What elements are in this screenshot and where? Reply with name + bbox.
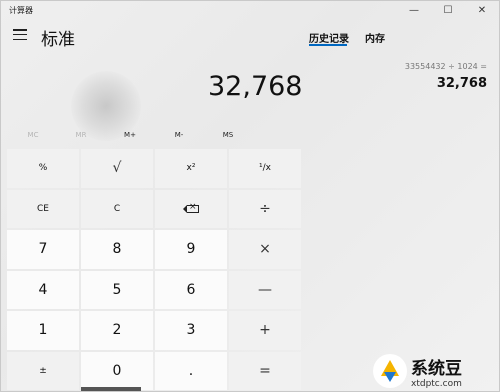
digit-9-button[interactable]: 9 [155,230,227,269]
square-root-button[interactable]: √ [81,149,153,188]
memory-recall-button[interactable]: MR [61,131,101,139]
digit-1-button[interactable]: 1 [7,311,79,350]
square-button[interactable]: x² [155,149,227,188]
subtract-button[interactable]: — [229,270,301,309]
app-title: 计算器 [9,5,33,15]
digit-8-button[interactable]: 8 [81,230,153,269]
active-tab-indicator [309,44,347,46]
divide-button[interactable]: ÷ [229,189,301,228]
digit-4-button[interactable]: 4 [7,270,79,309]
digit-3-button[interactable]: 3 [155,311,227,350]
memory-store-button[interactable]: MS [208,131,248,139]
title-bar: 计算器 — ☐ ✕ [1,1,499,19]
tab-memory[interactable]: 内存 [365,30,385,45]
digit-6-button[interactable]: 6 [155,270,227,309]
hamburger-menu-icon[interactable] [13,29,27,40]
add-button[interactable]: + [229,311,301,350]
history-result[interactable]: 32,768 [437,76,487,91]
negate-button[interactable]: ± [7,351,79,390]
keypad: % √ x² ¹/x CE C ÷ 7 8 9 × 4 5 6 — 1 2 3 … [7,149,301,390]
maximize-button[interactable]: ☐ [431,1,465,19]
minimize-button[interactable]: — [397,1,431,19]
digit-5-button[interactable]: 5 [81,270,153,309]
window-controls: — ☐ ✕ [397,1,499,19]
close-button[interactable]: ✕ [465,1,499,19]
clear-button[interactable]: C [81,189,153,228]
clear-entry-button[interactable]: CE [7,189,79,228]
reciprocal-button[interactable]: ¹/x [229,149,301,188]
percent-button[interactable]: % [7,149,79,188]
watermark-url: xtdptc.com [411,378,462,389]
equals-button[interactable]: = [229,351,301,390]
mode-title: 标准 [41,30,75,50]
display-value: 32,768 [208,71,303,102]
history-expression[interactable]: 33554432 ÷ 1024 = [405,62,487,71]
memory-subtract-button[interactable]: M- [159,131,199,139]
site-watermark: 系统豆 xtdptc.com [373,351,497,391]
taskbar-fragment [81,387,141,391]
memory-add-button[interactable]: M+ [110,131,150,139]
backspace-button[interactable] [155,189,227,228]
tab-history[interactable]: 历史记录 [309,30,349,45]
multiply-button[interactable]: × [229,230,301,269]
watermark-title: 系统豆 [411,358,462,379]
digit-0-button[interactable]: 0 [81,351,153,390]
digit-2-button[interactable]: 2 [81,311,153,350]
digit-7-button[interactable]: 7 [7,230,79,269]
backspace-icon [183,202,199,213]
watermark-logo-icon [373,354,407,388]
decimal-button[interactable]: . [155,351,227,390]
memory-clear-button[interactable]: MC [13,131,53,139]
calculator-window: 计算器 — ☐ ✕ 标准 历史记录 内存 32,768 33554432 ÷ 1… [0,0,500,392]
